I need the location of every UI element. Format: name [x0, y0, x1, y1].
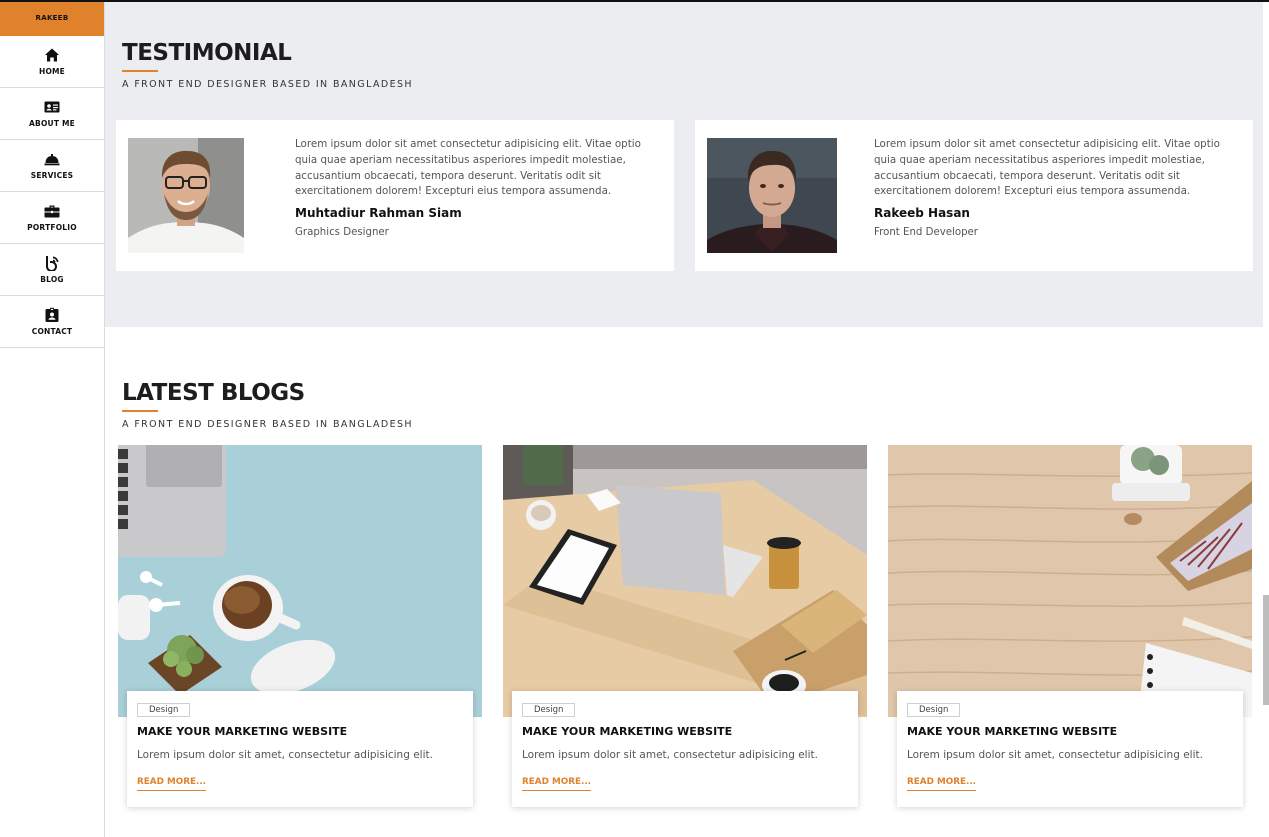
category-tag[interactable]: Design [137, 703, 191, 717]
blog-excerpt: Lorem ipsum dolor sit amet, consectetur … [137, 749, 433, 761]
category-tag[interactable]: Design [522, 703, 576, 717]
brand-logo[interactable]: RAKEEB [0, 0, 104, 36]
testimonial-role: Front End Developer [874, 227, 978, 238]
sidebar-item-label: ABOUT ME [29, 119, 75, 128]
blog-thumbnail[interactable] [503, 445, 867, 717]
home-icon [45, 48, 59, 62]
section-subtitle: A FRONT END DESIGNER BASED IN BANGLADESH [122, 79, 413, 90]
top-border [0, 0, 1269, 2]
sidebar-item-blog[interactable]: BLOG [0, 244, 104, 296]
blog-thumbnail[interactable] [888, 445, 1252, 717]
avatar-photo [128, 138, 244, 253]
testimonial-role: Graphics Designer [295, 227, 389, 238]
read-more-link[interactable]: READ MORE... [137, 777, 206, 791]
sidebar-item-label: HOME [38, 67, 66, 76]
section-title: LATEST BLOGS [122, 380, 305, 406]
contact-badge-icon [45, 307, 59, 322]
blog-card-body: Design MAKE YOUR MARKETING WEBSITE Lorem… [897, 691, 1243, 807]
avatar-photo [707, 138, 837, 253]
blog-icon [46, 256, 59, 271]
sidebar-item-home[interactable]: HOME [0, 36, 104, 88]
testimonial-section: TESTIMONIAL A FRONT END DESIGNER BASED I… [105, 2, 1263, 327]
blog-title[interactable]: MAKE YOUR MARKETING WEBSITE [137, 725, 347, 738]
blog-title[interactable]: MAKE YOUR MARKETING WEBSITE [907, 725, 1117, 738]
sidebar: RAKEEB HOME ABOUT ME SERVICES PORTFOLIO … [0, 0, 105, 837]
section-title: TESTIMONIAL [122, 40, 292, 66]
read-more-link[interactable]: READ MORE... [907, 777, 976, 791]
testimonial-text: Lorem ipsum dolor sit amet consectetur a… [874, 138, 1220, 198]
testimonial-name: Rakeeb Hasan [874, 206, 970, 220]
blog-excerpt: Lorem ipsum dolor sit amet, consectetur … [907, 749, 1203, 761]
sidebar-item-label: BLOG [40, 275, 64, 284]
blog-card-body: Design MAKE YOUR MARKETING WEBSITE Lorem… [127, 691, 473, 807]
blog-thumbnail[interactable] [118, 445, 482, 717]
sidebar-item-about-me[interactable]: ABOUT ME [0, 88, 104, 140]
briefcase-icon [44, 205, 60, 218]
testimonial-text: Lorem ipsum dolor sit amet consectetur a… [295, 138, 641, 198]
testimonial-card: Lorem ipsum dolor sit amet consectetur a… [116, 120, 674, 271]
latest-blogs-section: LATEST BLOGS A FRONT END DESIGNER BASED … [105, 327, 1263, 837]
read-more-link[interactable]: READ MORE... [522, 777, 591, 791]
title-underline [122, 70, 158, 72]
testimonial-name: Muhtadiur Rahman Siam [295, 206, 462, 220]
sidebar-item-label: CONTACT [31, 327, 73, 336]
blog-card: Design MAKE YOUR MARKETING WEBSITE Lorem… [888, 445, 1252, 837]
blog-excerpt: Lorem ipsum dolor sit amet, consectetur … [522, 749, 818, 761]
sidebar-item-label: SERVICES [30, 171, 74, 180]
blog-card-body: Design MAKE YOUR MARKETING WEBSITE Lorem… [512, 691, 858, 807]
title-underline [122, 410, 158, 412]
scrollbar-thumb[interactable] [1263, 595, 1269, 705]
section-subtitle: A FRONT END DESIGNER BASED IN BANGLADESH [122, 419, 413, 430]
sidebar-item-portfolio[interactable]: PORTFOLIO [0, 192, 104, 244]
category-tag[interactable]: Design [907, 703, 961, 717]
blog-card: Design MAKE YOUR MARKETING WEBSITE Lorem… [118, 445, 482, 837]
sidebar-item-contact[interactable]: CONTACT [0, 296, 104, 348]
sidebar-item-label: PORTFOLIO [27, 223, 77, 232]
id-card-icon [44, 101, 60, 113]
blog-title[interactable]: MAKE YOUR MARKETING WEBSITE [522, 725, 732, 738]
blog-card: Design MAKE YOUR MARKETING WEBSITE Lorem… [503, 445, 867, 837]
sidebar-item-services[interactable]: SERVICES [0, 140, 104, 192]
bell-icon [44, 154, 60, 166]
testimonial-card: Lorem ipsum dolor sit amet consectetur a… [695, 120, 1253, 271]
